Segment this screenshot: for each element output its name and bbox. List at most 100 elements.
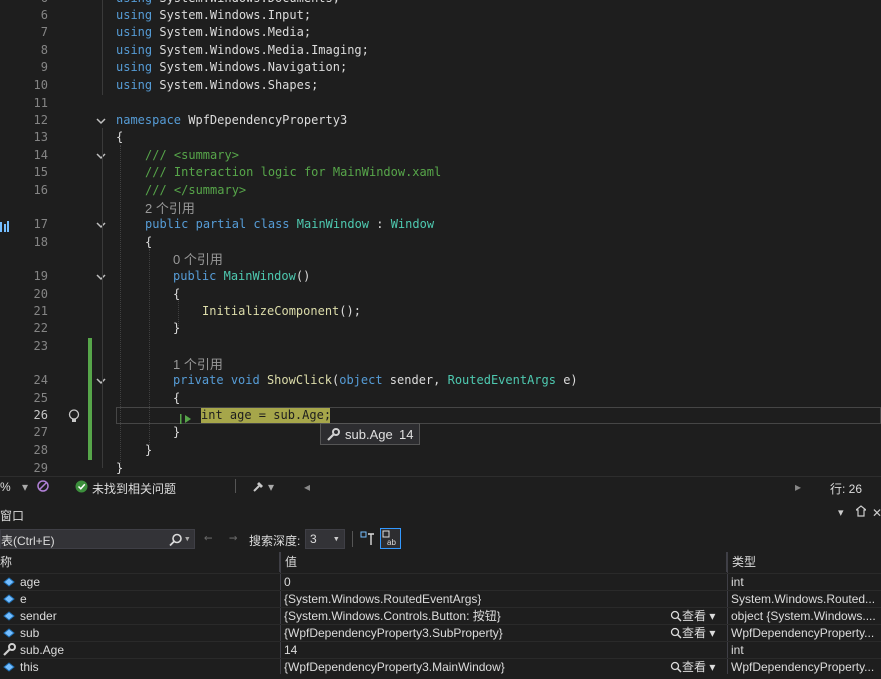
line-number: 16 — [33, 183, 48, 197]
code-line[interactable]: public MainWindow() — [173, 269, 310, 283]
zoom-dropdown-icon[interactable]: ▾ — [22, 480, 28, 494]
code-line[interactable]: /// Interaction logic for MainWindow.xam… — [145, 165, 441, 179]
pin-to-source-icon[interactable] — [360, 531, 376, 551]
locals-row-name: this — [20, 660, 39, 674]
code-editor[interactable]: 6 6 7 8 9 10 11 12 13 14 15 16 17 18 19 … — [0, 0, 881, 476]
view-label: 查看 — [682, 626, 707, 640]
locals-row[interactable]: sender {System.Windows.Controls.Button: … — [0, 607, 881, 625]
locals-row-value[interactable]: {System.Windows.Controls.Button: 按钮} — [284, 608, 664, 625]
locals-row-value[interactable]: 14 — [284, 642, 297, 659]
pin-icon[interactable] — [854, 505, 868, 521]
locals-row-value[interactable]: {System.Windows.RoutedEventArgs} — [284, 591, 481, 608]
locals-row-name: age — [20, 575, 41, 589]
datatip-name: sub.Age — [345, 427, 393, 442]
locals-row[interactable]: sub.Age 14 int — [0, 641, 881, 659]
locals-row[interactable]: age 0 int — [0, 573, 881, 591]
code-line[interactable]: /// <summary> — [145, 148, 239, 162]
column-header-type[interactable]: 类型 — [727, 552, 881, 572]
horizontal-scrollbar[interactable] — [316, 483, 790, 491]
view-visualizer-button[interactable]: 查看 ▾ — [670, 625, 715, 642]
fold-toggle-icon[interactable] — [95, 375, 107, 387]
column-header-name[interactable]: 称 — [0, 552, 280, 572]
code-line[interactable]: } — [116, 461, 123, 475]
datatip[interactable]: sub.Age 14 — [320, 423, 420, 445]
search-next-icon[interactable]: → — [229, 530, 237, 546]
locals-row-name: e — [20, 592, 27, 606]
code-line[interactable]: using System.Windows.Input; — [116, 8, 311, 22]
locals-row[interactable]: e {System.Windows.RoutedEventArgs} Syste… — [0, 590, 881, 608]
line-number: 24 — [33, 373, 48, 387]
code-line[interactable]: } — [173, 321, 180, 335]
code-line[interactable]: using System.Windows.Documents; — [116, 0, 340, 5]
wrench-icon — [326, 428, 340, 445]
close-icon[interactable]: ✕ — [872, 506, 881, 520]
view-visualizer-button[interactable]: 查看 ▾ — [670, 659, 715, 676]
locals-row[interactable]: sub {WpfDependencyProperty3.SubProperty}… — [0, 624, 881, 642]
locals-row-value[interactable]: 0 — [284, 574, 291, 591]
lightbulb-icon[interactable] — [67, 408, 81, 422]
code-line[interactable]: using System.Windows.Shapes; — [116, 78, 318, 92]
search-options-icon[interactable]: ▾ — [184, 532, 191, 545]
locals-row-type: object {System.Windows.... — [731, 609, 876, 623]
editor-status-bar: % ▾ 未找到相关问题 ▾ ◂ ▸ 行: 26 — [0, 476, 881, 497]
codelens-margin-icon[interactable] — [0, 218, 10, 232]
search-placeholder: 表(Ctrl+E) — [1, 534, 55, 548]
health-icon[interactable] — [36, 479, 50, 496]
fold-toggle-icon[interactable] — [95, 271, 107, 283]
line-number-current: 26 — [33, 408, 48, 422]
line-number: 12 — [33, 113, 48, 127]
datatip-value[interactable]: 14 — [399, 427, 413, 442]
run-to-click-icon[interactable] — [180, 410, 194, 424]
code-line[interactable]: public partial class MainWindow : Window — [145, 217, 434, 231]
search-depth-select[interactable]: 3 ▾ — [305, 529, 345, 549]
code-line[interactable]: /// </summary> — [145, 183, 246, 197]
code-line[interactable]: private void ShowClick(object sender, Ro… — [173, 373, 578, 387]
scroll-right-icon[interactable]: ▸ — [795, 480, 801, 494]
locals-row-type: WpfDependencyProperty... — [731, 626, 875, 640]
locals-row-type: int — [731, 643, 744, 657]
fold-toggle-icon[interactable] — [95, 115, 107, 127]
locals-row-value[interactable]: {WpfDependencyProperty3.SubProperty} — [284, 625, 664, 642]
scroll-left-icon[interactable]: ◂ — [304, 480, 310, 494]
line-number: 10 — [33, 78, 48, 92]
check-icon — [75, 480, 88, 496]
code-line[interactable]: InitializeComponent(); — [202, 304, 361, 318]
issues-status[interactable]: 未找到相关问题 — [92, 480, 176, 497]
current-statement-highlight[interactable]: int age = sub.Age; — [201, 408, 331, 423]
hex-display-toggle[interactable]: ab — [380, 528, 401, 549]
code-line[interactable]: { — [145, 235, 152, 249]
code-line[interactable]: { — [116, 130, 123, 144]
codelens-references[interactable]: 1 个引用 — [173, 354, 223, 373]
column-header-value[interactable]: 值 — [280, 552, 727, 572]
code-line[interactable]: using System.Windows.Media; — [116, 25, 311, 39]
codelens-references[interactable]: 2 个引用 — [145, 198, 195, 217]
fold-toggle-icon[interactable] — [95, 219, 107, 231]
locals-row[interactable]: this {WpfDependencyProperty3.MainWindow}… — [0, 658, 881, 676]
line-number: 9 — [40, 60, 48, 74]
search-previous-icon[interactable]: ← — [204, 530, 212, 546]
window-options-icon[interactable]: ▾ — [838, 506, 844, 519]
locals-search-input[interactable]: 表(Ctrl+E) ▾ — [0, 529, 195, 549]
line-number: 22 — [33, 321, 48, 335]
cleanup-dropdown-icon[interactable]: ▾ — [268, 480, 274, 494]
code-line[interactable]: using System.Windows.Navigation; — [116, 60, 347, 74]
zoom-level[interactable]: % — [0, 480, 11, 494]
code-line[interactable]: { — [173, 391, 180, 405]
fold-toggle-icon[interactable] — [95, 150, 107, 162]
code-line[interactable]: namespace WpfDependencyProperty3 — [116, 113, 347, 127]
code-line[interactable]: using System.Windows.Media.Imaging; — [116, 43, 369, 57]
code-line[interactable]: } — [145, 443, 152, 457]
code-line[interactable]: } — [173, 425, 180, 439]
code-line[interactable]: { — [173, 287, 180, 301]
locals-row-type: WpfDependencyProperty... — [731, 660, 875, 674]
line-number: 11 — [33, 96, 48, 110]
view-visualizer-button[interactable]: 查看 ▾ — [670, 608, 715, 625]
line-number: 25 — [33, 391, 48, 405]
search-icon[interactable] — [169, 532, 183, 551]
locals-grid: 称 值 类型 age 0 int e {System.Windows.Route… — [0, 552, 881, 674]
locals-row-type: System.Windows.Routed... — [731, 592, 876, 606]
codelens-references[interactable]: 0 个引用 — [173, 249, 223, 268]
cleanup-brush-icon[interactable] — [252, 479, 266, 496]
line-number: 23 — [33, 339, 48, 353]
locals-row-value[interactable]: {WpfDependencyProperty3.MainWindow} — [284, 659, 664, 676]
